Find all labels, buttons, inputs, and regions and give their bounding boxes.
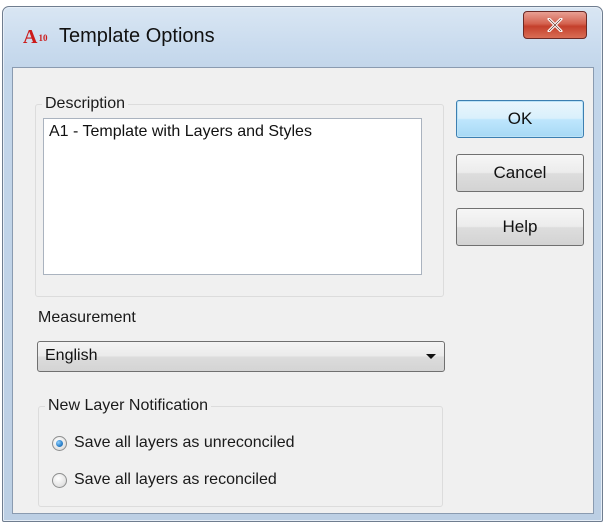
close-icon xyxy=(547,18,563,32)
app-icon-letter: A xyxy=(23,26,38,48)
radio-label: Save all layers as unreconciled xyxy=(74,434,295,451)
description-group: Description A1 - Template with Layers an… xyxy=(35,94,444,297)
dialog-content: Description A1 - Template with Layers an… xyxy=(12,67,594,514)
close-button[interactable] xyxy=(523,11,587,39)
measurement-dropdown[interactable]: English xyxy=(37,341,445,372)
radio-save-unreconciled[interactable]: Save all layers as unreconciled xyxy=(52,432,295,454)
title-bar[interactable]: A10 Template Options xyxy=(3,7,602,67)
cancel-button[interactable]: Cancel xyxy=(456,154,584,192)
radio-save-reconciled[interactable]: Save all layers as reconciled xyxy=(52,469,277,491)
help-button[interactable]: Help xyxy=(456,208,584,246)
radio-button-unselected[interactable] xyxy=(52,472,67,488)
radio-button-selected[interactable] xyxy=(52,435,67,451)
new-layer-notification-group: New Layer Notification xyxy=(38,396,443,507)
new-layer-notification-label: New Layer Notification xyxy=(45,396,212,416)
description-textarea[interactable]: A1 - Template with Layers and Styles xyxy=(43,118,422,275)
window-title: Template Options xyxy=(59,25,215,47)
ok-button[interactable]: OK xyxy=(456,100,584,138)
description-text: A1 - Template with Layers and Styles xyxy=(49,123,312,140)
description-label: Description xyxy=(42,94,129,114)
chevron-down-icon xyxy=(426,354,436,359)
autocad-app-icon: A10 xyxy=(23,27,51,47)
app-icon-version: 10 xyxy=(38,33,48,43)
radio-label: Save all layers as reconciled xyxy=(74,471,277,488)
radio-dot-icon xyxy=(56,439,63,447)
measurement-label: Measurement xyxy=(38,309,136,326)
measurement-selected-value: English xyxy=(45,347,98,364)
template-options-dialog: A10 Template Options Description A1 - Te… xyxy=(2,6,603,522)
